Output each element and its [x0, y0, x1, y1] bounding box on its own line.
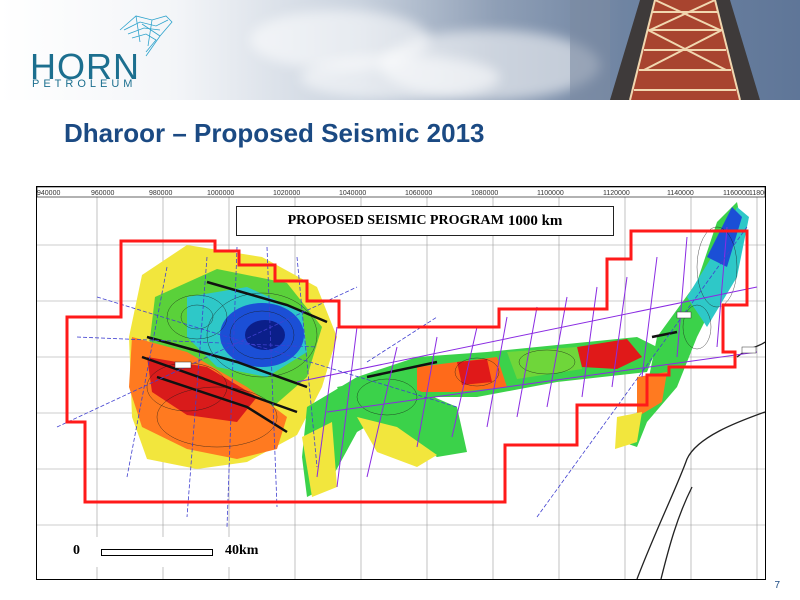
program-label-text: PROPOSED SEISMIC PROGRAM [287, 213, 504, 228]
slide-title: Dharoor – Proposed Seismic 2013 [64, 118, 485, 148]
seismic-map: 940000 960000 980000 1000000 1020000 104… [36, 186, 766, 580]
seismic-program-label: PROPOSED SEISMIC PROGRAM 1000 km [236, 206, 614, 236]
company-subname: PETROLEUM [32, 78, 137, 90]
drilling-rig-image [570, 0, 760, 100]
scale-start-label: 0 [73, 543, 80, 558]
grid-label: 980000 [149, 190, 172, 197]
grid-label: 1100000 [537, 190, 564, 197]
company-logo: HORN PETROLEUM [28, 12, 178, 92]
scale-bar [101, 549, 213, 556]
grid-label: 1020000 [273, 190, 300, 197]
grid-label: 1000000 [207, 190, 234, 197]
grid-label: 1040000 [339, 190, 366, 197]
grid-label: 960000 [91, 190, 114, 197]
grid-label: 1140000 [667, 190, 694, 197]
grid-label: 1060000 [405, 190, 432, 197]
grid-label: 11800 [749, 190, 765, 197]
grid-label: 1160000 [723, 190, 750, 197]
grid-label: 1080000 [471, 190, 498, 197]
scale-end-label: 40km [225, 543, 259, 558]
grid-label: 940000 [37, 190, 60, 197]
program-length-text: 1000 km [507, 212, 563, 229]
scale-bar-box: 0 40km [63, 537, 271, 567]
page-number: 7 [774, 580, 780, 591]
seismic-contour-fill [129, 202, 749, 497]
grid-label: 1120000 [603, 190, 630, 197]
seismic-map-graphic: 940000 960000 980000 1000000 1020000 104… [37, 187, 765, 579]
header-banner: HORN PETROLEUM [0, 0, 800, 100]
